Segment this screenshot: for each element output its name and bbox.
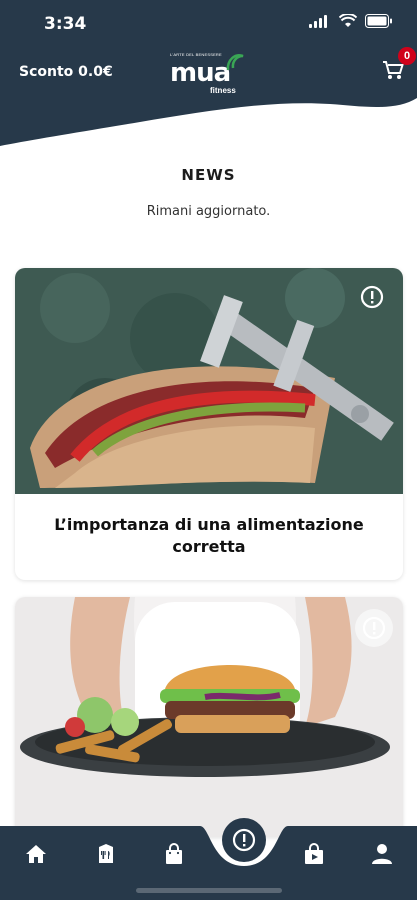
signal-icon [309,15,327,28]
status-icons [309,14,393,28]
logo-sub-text: fitness [210,86,236,95]
cart-count-badge: 0 [398,47,416,65]
profile-icon[interactable] [370,842,394,866]
news-card[interactable] [15,597,403,837]
news-tab[interactable] [222,818,266,862]
status-time: 3:34 [44,14,87,34]
logo-tagline: L'ARTE DEL BENESSERE [170,52,222,57]
logo-swoosh-icon [226,54,244,71]
page-subtitle: Rimani aggiornato. [146,204,271,219]
home-icon[interactable] [24,842,48,866]
news-image-sandwich [15,268,403,494]
alert-icon[interactable] [355,609,393,647]
restaurant-menu-icon[interactable] [94,842,118,866]
app-header: 3:34 Sconto 0.0€ L'ARTE DEL BENESSERE mu… [0,0,417,160]
video-bag-icon[interactable] [302,842,326,866]
shopping-bag-icon[interactable] [162,842,186,866]
news-icon [232,828,256,852]
mua-fitness-logo: L'ARTE DEL BENESSERE mua fitness [170,52,250,98]
news-title: L’importanza di una alimentazione corret… [54,515,364,556]
logo-main-text: mua [170,58,231,88]
news-card[interactable]: L’importanza di una alimentazione corret… [15,268,403,580]
home-indicator [136,888,282,893]
wifi-icon [339,14,357,27]
discount-label: Sconto 0.0€ [19,64,113,80]
alert-icon[interactable] [359,284,385,310]
battery-icon [365,14,392,28]
page-title: NEWS [181,166,236,184]
news-image-burger [15,597,403,837]
